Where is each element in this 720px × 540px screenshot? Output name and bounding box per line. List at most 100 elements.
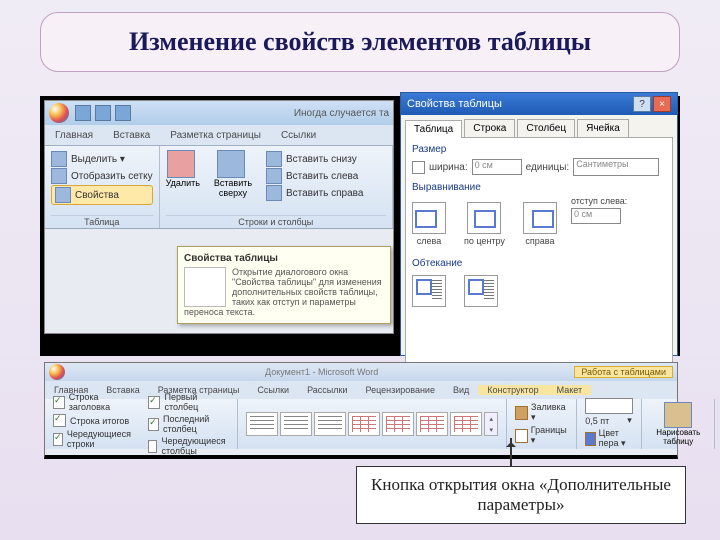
- qat-save-icon[interactable]: [75, 105, 91, 121]
- table-style-3[interactable]: [314, 412, 346, 436]
- align-center-label: по центру: [464, 236, 505, 246]
- tab-insert[interactable]: Вставка: [103, 130, 160, 141]
- ribbon-design-screenshot: Документ1 - Microsoft Word Работа с табл…: [44, 362, 678, 459]
- indent-label: отступ слева:: [571, 196, 627, 206]
- borders-button[interactable]: Границы ▾: [515, 425, 568, 446]
- tab-home[interactable]: Главная: [45, 130, 103, 141]
- close-button[interactable]: ×: [653, 96, 671, 112]
- table-style-6[interactable]: [416, 412, 448, 436]
- table-style-5[interactable]: [382, 412, 414, 436]
- shading-button[interactable]: Заливка ▾: [515, 402, 568, 423]
- style-gallery-nav[interactable]: ▴▾: [484, 412, 498, 436]
- style-options-group: Строка заголовка Строка итогов Чередующи…: [45, 399, 238, 449]
- chk-banded-rows[interactable]: Чередующиеся строки: [53, 429, 134, 449]
- table-properties-dialog: Свойства таблицы ? × Таблица Строка Стол…: [400, 92, 678, 356]
- table-style-7[interactable]: [450, 412, 482, 436]
- shading-borders-group: Заливка ▾ Границы ▾: [507, 399, 577, 449]
- btab-view[interactable]: Вид: [444, 385, 478, 395]
- chk-last-col[interactable]: Последний столбец: [148, 414, 229, 434]
- pen-width-select[interactable]: 0,5 пт▾: [585, 415, 633, 426]
- borders-icon: [515, 429, 527, 443]
- table-style-2[interactable]: [280, 412, 312, 436]
- width-label: ширина:: [429, 162, 468, 173]
- wrap-none-option[interactable]: [412, 275, 446, 309]
- slide-title-box: Изменение свойств элементов таблицы: [40, 12, 680, 72]
- width-input[interactable]: 0 см: [472, 159, 522, 175]
- dlg-tab-column[interactable]: Столбец: [517, 119, 575, 137]
- dlg-tab-table[interactable]: Таблица: [405, 120, 462, 138]
- qat-undo-icon[interactable]: [95, 105, 111, 121]
- properties-label: Свойства: [75, 190, 119, 201]
- callout-arrow: [510, 438, 512, 466]
- width-checkbox[interactable]: [412, 161, 425, 174]
- select-button[interactable]: Выделить ▾: [51, 151, 153, 167]
- bottom-titlebar: Документ1 - Microsoft Word Работа с табл…: [45, 363, 677, 381]
- bottom-doc-title: Документ1 - Microsoft Word: [265, 367, 378, 377]
- align-center-option[interactable]: по центру: [464, 202, 505, 246]
- dlg-tab-row[interactable]: Строка: [464, 119, 515, 137]
- insert-left-button[interactable]: Вставить слева: [266, 168, 363, 184]
- tooltip-heading: Свойства таблицы: [184, 253, 384, 264]
- align-right-option[interactable]: справа: [523, 202, 557, 246]
- dialog-tabs: Таблица Строка Столбец Ячейка: [401, 115, 677, 137]
- group-rowscols-title: Строки и столбцы: [166, 215, 386, 227]
- window-title-fragment: Иногда случается та: [294, 108, 389, 119]
- select-label: Выделить ▾: [71, 154, 125, 165]
- align-left-option[interactable]: слева: [412, 202, 446, 246]
- dlg-tab-cell[interactable]: Ячейка: [577, 119, 629, 137]
- office-button-icon[interactable]: [49, 103, 69, 123]
- align-center-icon: [467, 202, 501, 234]
- qat-redo-icon[interactable]: [115, 105, 131, 121]
- table-styles-group: ▴▾: [238, 399, 507, 449]
- chk-banded-cols[interactable]: Чередующиеся столбцы: [148, 436, 229, 456]
- btab-review[interactable]: Рецензирование: [356, 385, 444, 395]
- tooltip-thumbnail-icon: [184, 267, 226, 307]
- indent-input[interactable]: 0 см: [571, 208, 621, 224]
- insert-below-label: Вставить снизу: [286, 154, 357, 165]
- chk-header-row[interactable]: Строка заголовка: [53, 392, 134, 412]
- btab-mail[interactable]: Рассылки: [298, 385, 356, 395]
- dialog-titlebar: Свойства таблицы ? ×: [401, 93, 677, 115]
- pen-icon: [585, 432, 595, 446]
- wrap-around-icon: [464, 275, 498, 307]
- btab-design[interactable]: Конструктор: [478, 385, 547, 395]
- slide-title: Изменение свойств элементов таблицы: [51, 27, 669, 57]
- tab-references[interactable]: Ссылки: [271, 130, 326, 141]
- office-button-icon[interactable]: [49, 364, 65, 380]
- group-rowscols: Удалить Вставить сверху Вставить снизу В…: [160, 146, 393, 228]
- tab-pagelayout[interactable]: Разметка страницы: [160, 130, 271, 141]
- btab-refs[interactable]: Ссылки: [248, 385, 298, 395]
- insert-right-label: Вставить справа: [286, 188, 363, 199]
- chk-first-col[interactable]: Первый столбец: [148, 392, 229, 412]
- wrap-none-icon: [412, 275, 446, 307]
- help-button[interactable]: ?: [633, 96, 651, 112]
- callout-box: Кнопка открытия окна «Дополнительные пар…: [356, 466, 686, 524]
- insert-above-icon[interactable]: [217, 150, 245, 178]
- insert-right-button[interactable]: Вставить справа: [266, 185, 363, 201]
- chk-total-row[interactable]: Строка итогов: [53, 414, 134, 427]
- insert-below-button[interactable]: Вставить снизу: [266, 151, 363, 167]
- size-section-label: Размер: [412, 144, 666, 155]
- draw-table-label: Нарисовать таблицу: [650, 428, 706, 446]
- gridlines-button[interactable]: Отобразить сетку: [51, 168, 153, 184]
- delete-icon[interactable]: [167, 150, 195, 178]
- table-style-4[interactable]: [348, 412, 380, 436]
- align-left-label: слева: [417, 236, 441, 246]
- table-style-1[interactable]: [246, 412, 278, 436]
- wrap-around-option[interactable]: [464, 275, 498, 309]
- word-titlebar: Иногда случается та: [45, 101, 393, 125]
- units-label: единицы:: [526, 162, 570, 173]
- units-select[interactable]: Сантиметры: [573, 158, 659, 176]
- align-left-icon: [412, 202, 446, 234]
- draw-table-group: Нарисовать таблицу: [642, 399, 715, 449]
- properties-button[interactable]: Свойства: [51, 185, 153, 205]
- btab-tablelayout[interactable]: Макет: [548, 385, 591, 395]
- wrap-section-label: Обтекание: [412, 258, 666, 269]
- pen-color-button[interactable]: Цвет пера ▾: [585, 428, 633, 449]
- bucket-icon: [515, 406, 528, 420]
- line-style-select[interactable]: [585, 398, 633, 414]
- ribbon-screenshot: Иногда случается та Главная Вставка Разм…: [44, 100, 394, 334]
- draw-table-icon[interactable]: [664, 402, 692, 428]
- dialog-title: Свойства таблицы: [407, 98, 502, 110]
- insert-above-label: Вставить сверху: [208, 178, 258, 198]
